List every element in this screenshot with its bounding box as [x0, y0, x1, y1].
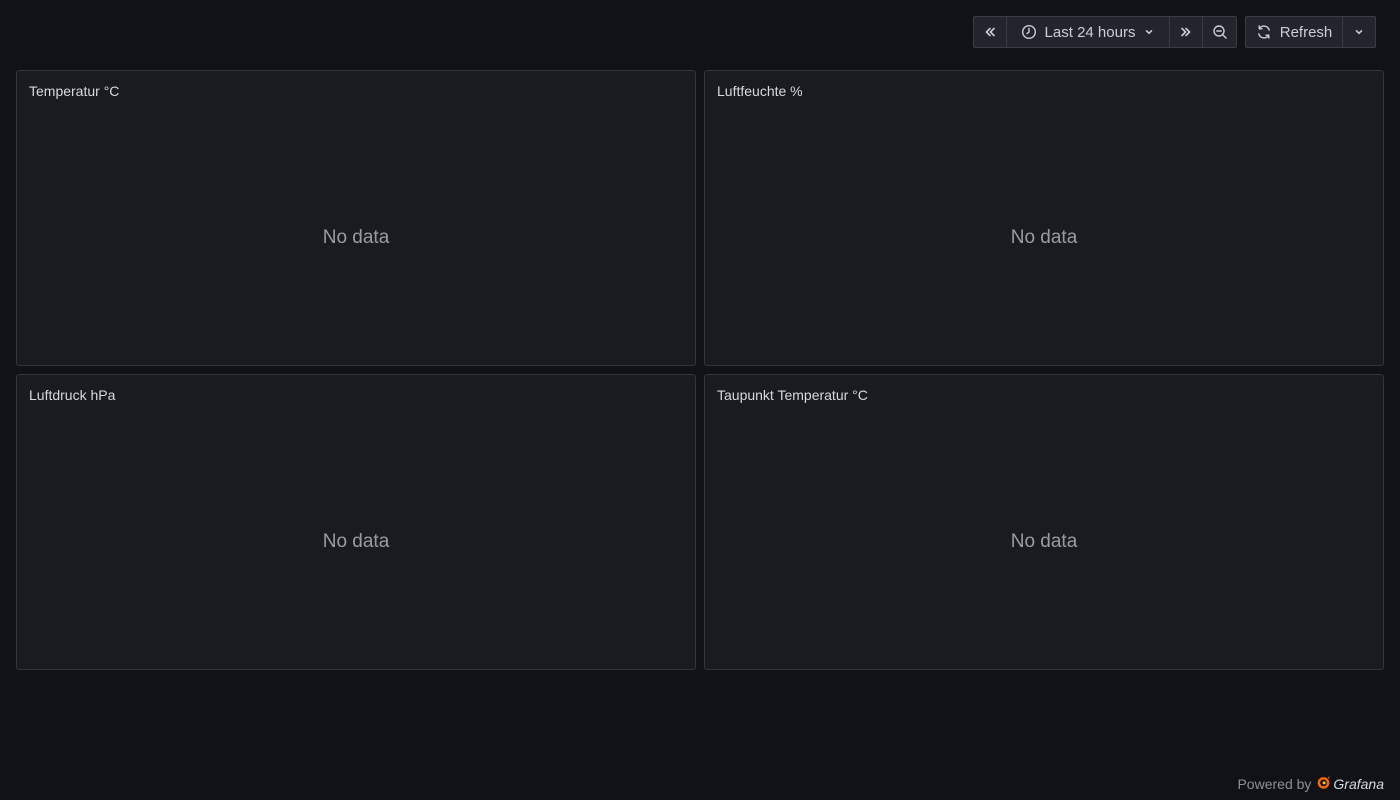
chevron-down-icon — [1143, 26, 1155, 38]
footer: Powered by Grafana — [1237, 775, 1384, 793]
no-data-message: No data — [322, 227, 390, 248]
panel-luftfeuchte[interactable]: Luftfeuchte % No data — [704, 70, 1384, 366]
chevrons-left-icon — [983, 25, 997, 39]
chevrons-right-icon — [1179, 25, 1193, 39]
chevron-down-icon — [1353, 26, 1365, 38]
zoom-out-icon — [1212, 24, 1228, 40]
brand-name: Grafana — [1333, 776, 1384, 792]
panel-luftdruck[interactable]: Luftdruck hPa No data — [16, 374, 696, 670]
sync-icon — [1256, 24, 1272, 40]
powered-by-label: Powered by — [1237, 776, 1312, 792]
panel-title: Taupunkt Temperatur °C — [717, 387, 868, 403]
panel-title: Temperatur °C — [29, 83, 120, 99]
time-picker-group: Last 24 hours — [973, 16, 1237, 48]
refresh-button[interactable]: Refresh — [1246, 17, 1343, 47]
clock-icon — [1021, 24, 1037, 40]
zoom-out-button[interactable] — [1203, 17, 1236, 47]
panel-temperatur[interactable]: Temperatur °C No data — [16, 70, 696, 366]
dashboard-toolbar: Last 24 hours Refresh — [973, 16, 1376, 48]
no-data-message: No data — [322, 531, 390, 552]
time-shift-forward-button[interactable] — [1170, 17, 1203, 47]
panel-title: Luftdruck hPa — [29, 387, 116, 403]
grafana-logo-icon — [1316, 775, 1331, 793]
refresh-label: Refresh — [1279, 23, 1333, 41]
no-data-message: No data — [1010, 531, 1078, 552]
refresh-interval-dropdown[interactable] — [1343, 17, 1375, 47]
refresh-group: Refresh — [1245, 16, 1376, 48]
no-data-message: No data — [1010, 227, 1078, 248]
time-shift-back-button[interactable] — [974, 17, 1007, 47]
time-range-label: Last 24 hours — [1044, 23, 1136, 41]
panel-taupunkt[interactable]: Taupunkt Temperatur °C No data — [704, 374, 1384, 670]
panel-title: Luftfeuchte % — [717, 83, 803, 99]
time-range-picker[interactable]: Last 24 hours — [1007, 17, 1170, 47]
grafana-link[interactable]: Grafana — [1316, 775, 1384, 793]
